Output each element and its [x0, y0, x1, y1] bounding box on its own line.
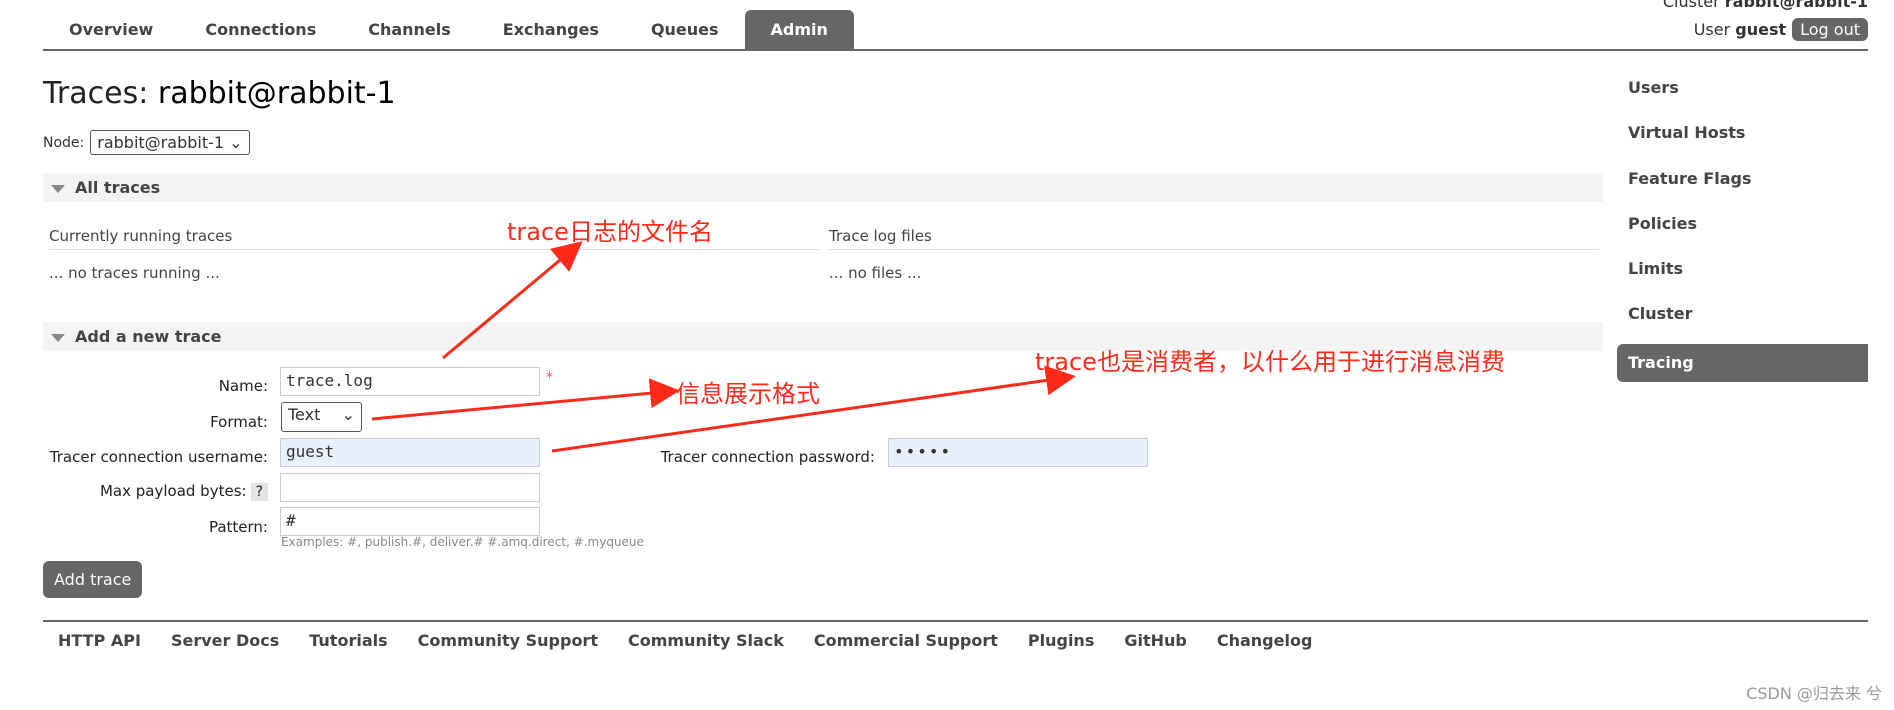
watermark: CSDN @归去来 兮	[1746, 684, 1882, 703]
annotation-filename: trace日志的文件名	[507, 218, 713, 246]
annotation-format: 信息展示格式	[676, 380, 820, 408]
annotation-consumer: trace也是消费者，以什么用于进行消息消费	[1035, 348, 1505, 376]
annotation-arrows	[371, 241, 1076, 453]
arrow-to-filename-note	[442, 241, 583, 360]
arrow-to-format-note	[371, 378, 680, 421]
